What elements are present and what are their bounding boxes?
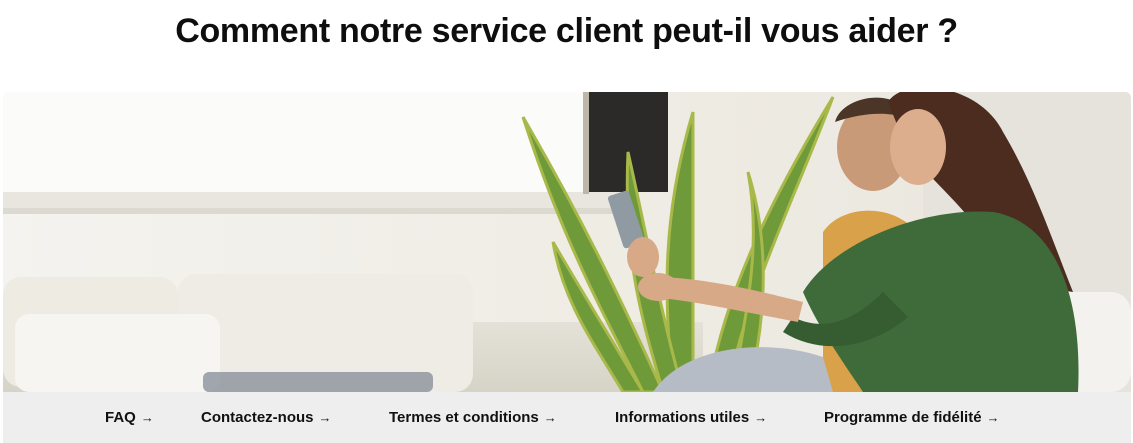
nav-link-label: FAQ <box>105 409 136 426</box>
page-title: Comment notre service client peut-il vou… <box>175 12 958 50</box>
nav-link-useful-info[interactable]: Informations utiles → <box>615 392 767 443</box>
nav-link-label: Termes et conditions <box>389 409 539 426</box>
nav-link-loyalty[interactable]: Programme de fidélité → <box>824 392 1000 443</box>
arrow-right-icon: → <box>318 410 332 425</box>
nav-link-faq[interactable]: FAQ → <box>105 392 154 443</box>
nav-link-contact[interactable]: Contactez-nous → <box>201 392 332 443</box>
arrow-right-icon: → <box>140 410 154 425</box>
arrow-right-icon: → <box>754 410 768 425</box>
hero-image <box>3 92 1131 392</box>
nav-link-label: Informations utiles <box>615 409 750 426</box>
arrow-right-icon: → <box>986 410 1000 425</box>
nav-link-terms[interactable]: Termes et conditions → <box>389 392 557 443</box>
nav-link-label: Programme de fidélité <box>824 409 982 426</box>
arrow-right-icon: → <box>543 410 557 425</box>
help-nav-bar: FAQ → Contactez-nous → Termes et conditi… <box>3 392 1131 443</box>
nav-link-label: Contactez-nous <box>201 409 314 426</box>
